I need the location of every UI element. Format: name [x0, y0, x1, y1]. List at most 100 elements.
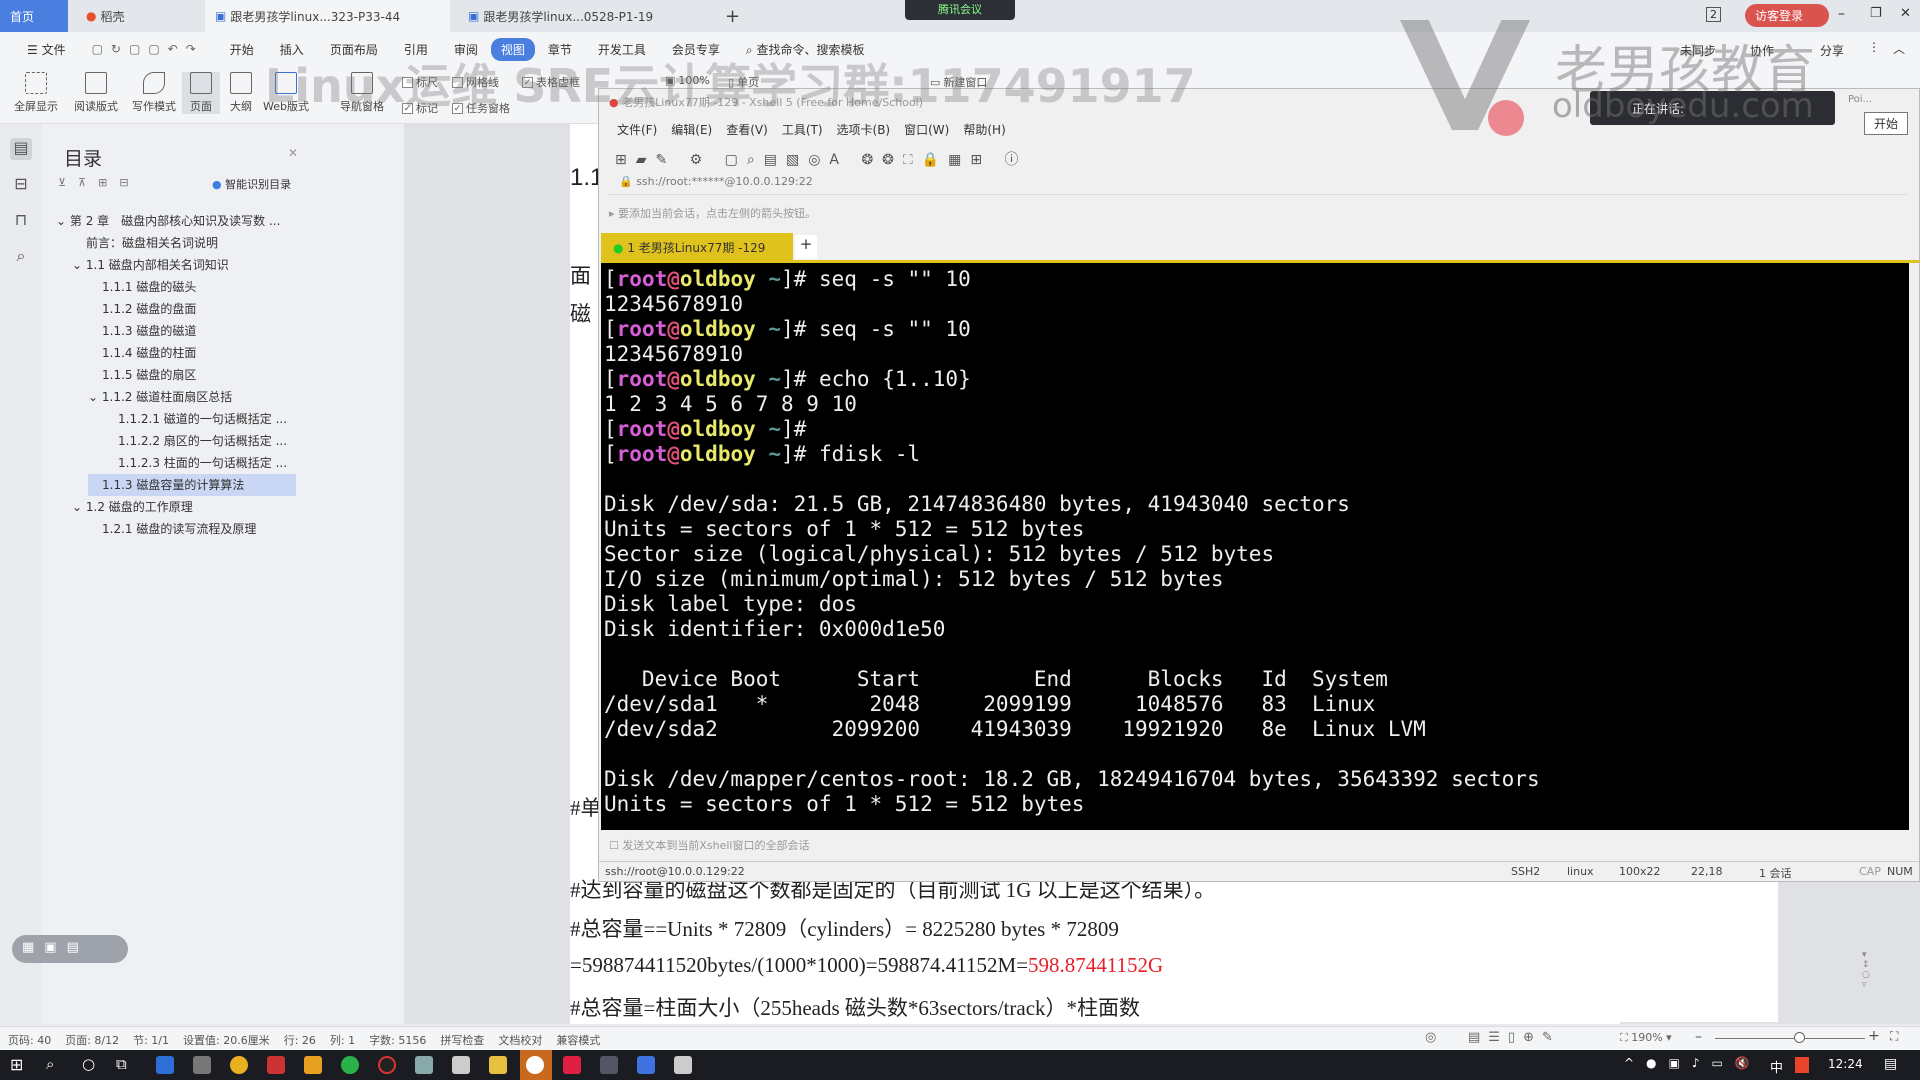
app-icon[interactable]: [304, 1056, 322, 1074]
zoom-100-button[interactable]: ▣ 100%: [665, 74, 710, 87]
toc-expand-controls[interactable]: ⊻⊼⊞⊟: [58, 176, 141, 189]
app-icon[interactable]: [526, 1056, 544, 1074]
quick-access-icons[interactable]: ▢↻▢▢↶↷: [79, 42, 217, 56]
nav-pane-button[interactable]: 导航窗格: [330, 72, 394, 114]
wps-icon[interactable]: [637, 1056, 655, 1074]
gridlines-checkbox[interactable]: 网格线: [452, 74, 499, 90]
restore-button[interactable]: ❐: [1870, 6, 1882, 21]
ime-indicator[interactable]: 中: [1770, 1057, 1783, 1076]
close-button[interactable]: ✕: [1900, 6, 1911, 21]
sogou-icon[interactable]: [1795, 1057, 1809, 1073]
toc-item[interactable]: 1.1.2.2 扇区的一句话概括定 ...: [104, 430, 287, 452]
marks-checkbox[interactable]: ✓ 标记: [402, 100, 438, 116]
more-icon[interactable]: ⋮: [1868, 40, 1880, 54]
menu-dev-tools[interactable]: 开发工具: [585, 41, 659, 58]
file-explorer-icon[interactable]: [489, 1056, 507, 1074]
eye-protection-icon[interactable]: ◎: [1425, 1030, 1436, 1045]
table-gridlines-checkbox[interactable]: ✓ 表格虚框: [522, 74, 580, 90]
system-tray[interactable]: ^●▣♪▭🔇: [1624, 1056, 1762, 1070]
toc-item[interactable]: ⌄ 1.1.2 磁道柱面扇区总括: [88, 386, 232, 408]
toc-item[interactable]: 1.1.3 磁盘容量的计算算法: [88, 474, 296, 496]
status-item[interactable]: 兼容模式: [556, 1032, 600, 1048]
toc-item[interactable]: 前言：磁盘相关名词说明: [72, 232, 218, 254]
menu-review[interactable]: 审阅: [441, 41, 491, 58]
view-mode-icons[interactable]: ▤☰▯⊕✎: [1468, 1030, 1561, 1045]
task-view-icon[interactable]: ⧉: [116, 1055, 127, 1073]
vertical-scroll-controls[interactable]: ▾ ↕ ○ ▿: [1862, 950, 1870, 1020]
window-count-badge[interactable]: 2: [1706, 7, 1721, 22]
menu-start[interactable]: 开始: [217, 41, 267, 58]
xmind-icon[interactable]: [563, 1056, 581, 1074]
reading-mode-button[interactable]: 阅读版式: [68, 72, 124, 114]
session-tab[interactable]: ● 1 老男孩Linux77期 -129: [601, 233, 793, 261]
tab-doc-2[interactable]: ▣ 跟老男孩学linux...0528-P1-19: [458, 0, 678, 32]
toc-item[interactable]: ⌄ 1.1 磁盘内部相关名词知识: [72, 254, 229, 276]
menu-layout[interactable]: 页面布局: [317, 41, 391, 58]
zoom-slider-handle[interactable]: [1794, 1032, 1805, 1043]
page-view-button[interactable]: 页面: [182, 72, 220, 114]
toc-item[interactable]: 1.2.1 磁盘的读写流程及原理: [88, 518, 256, 540]
meeting-indicator[interactable]: 腾讯会议: [905, 0, 1015, 20]
search-icon[interactable]: ⌕: [46, 1055, 54, 1073]
outline-button[interactable]: 大纲: [222, 72, 260, 114]
terminal-scrollbar[interactable]: [1909, 263, 1919, 830]
toc-item[interactable]: 1.1.3 磁盘的磁道: [88, 320, 196, 342]
toc-item[interactable]: ⌄ 1.2 磁盘的工作原理: [72, 496, 193, 518]
menu-view[interactable]: 视图: [490, 37, 535, 61]
command-search[interactable]: ⌕ 查找命令、搜索模板: [733, 41, 878, 58]
toc-item[interactable]: ⌄ 第 2 章 磁盘内部核心知识及读写数 ...: [56, 210, 280, 232]
toc-icon[interactable]: ▤: [10, 138, 32, 160]
address-bar[interactable]: 🔒 ssh://root:******@10.0.0.129:22: [607, 175, 1907, 195]
status-item[interactable]: 拼写检查: [440, 1032, 484, 1048]
login-button[interactable]: 访客登录: [1745, 4, 1830, 27]
menu-insert[interactable]: 插入: [267, 41, 317, 58]
xshell-menu-item[interactable]: 文件(F): [617, 121, 657, 138]
terminal[interactable]: [root@oldboy ~]# seq -s "" 10 12345678910…: [601, 263, 1909, 830]
writing-mode-button[interactable]: 写作模式: [126, 72, 182, 114]
send-all-sessions-bar[interactable]: ☐ 发送文本到当前Xshell窗口的全部会话: [609, 837, 809, 853]
menu-file[interactable]: ☰ 文件: [14, 41, 79, 58]
start-button[interactable]: 开始: [1864, 112, 1909, 135]
cortana-icon[interactable]: ○: [82, 1055, 95, 1073]
fullscreen-icon[interactable]: ⛶: [1890, 1029, 1898, 1044]
tab-doc-1[interactable]: ▣ 跟老男孩学linux...323-P33-44: [205, 0, 450, 32]
xshell-menu-item[interactable]: 编辑(E): [671, 121, 712, 138]
xshell-menu-item[interactable]: 窗口(W): [904, 121, 949, 138]
web-layout-button[interactable]: Web版式: [258, 72, 314, 114]
zoom-in-button[interactable]: +: [1868, 1028, 1880, 1044]
menu-chapter[interactable]: 章节: [535, 41, 585, 58]
new-tab-button[interactable]: +: [715, 0, 750, 32]
app-icon[interactable]: [415, 1056, 433, 1074]
xshell-icon[interactable]: [600, 1056, 618, 1074]
new-session-tab-button[interactable]: +: [795, 235, 817, 259]
app-icon[interactable]: [156, 1056, 174, 1074]
xshell-toolbar[interactable]: ⊞▰✎ ⚙ ▢⌕▤▧◎A ❂❂⛶🔒▦⊞ ⓘ: [615, 149, 1028, 169]
app-icon[interactable]: [674, 1056, 692, 1074]
ruler-checkbox[interactable]: 标尺: [402, 74, 438, 90]
menu-member[interactable]: 会员专享: [659, 41, 733, 58]
chapter-nav-icon[interactable]: ⊟: [10, 174, 32, 196]
toc-close-icon[interactable]: ✕: [288, 146, 298, 160]
app-icon[interactable]: [193, 1056, 211, 1074]
xshell-menu-item[interactable]: 帮助(H): [963, 121, 1005, 138]
zoom-slider[interactable]: [1715, 1038, 1865, 1039]
toc-item[interactable]: 1.1.2 磁盘的盘面: [88, 298, 196, 320]
smart-toc-button[interactable]: ● 智能识别目录: [212, 176, 291, 192]
minimize-button[interactable]: –: [1838, 6, 1845, 22]
bookmark-icon[interactable]: ⊓: [10, 210, 32, 232]
tab-home[interactable]: 首页: [0, 0, 68, 32]
collapse-ribbon-icon[interactable]: ︿: [1893, 40, 1905, 57]
wechat-icon[interactable]: [341, 1056, 359, 1074]
xshell-menu-item[interactable]: 选项卡(B): [837, 121, 891, 138]
qq-icon[interactable]: [378, 1056, 396, 1074]
toc-item[interactable]: 1.1.2.3 柱面的一句话概括定 ...: [104, 452, 287, 474]
share-button[interactable]: 分享: [1820, 42, 1844, 59]
clock[interactable]: 12:24: [1828, 1057, 1863, 1071]
status-item[interactable]: 文档校对: [498, 1032, 542, 1048]
toc-item[interactable]: 1.1.5 磁盘的扇区: [88, 364, 196, 386]
zoom-level[interactable]: ⛶ 190% ▾: [1620, 1031, 1672, 1045]
sync-status[interactable]: 未同步: [1680, 42, 1716, 59]
zoom-out-button[interactable]: –: [1695, 1029, 1702, 1045]
notification-icon[interactable]: ▤: [1884, 1056, 1897, 1072]
toc-item[interactable]: 1.1.1 磁盘的磁头: [88, 276, 196, 298]
